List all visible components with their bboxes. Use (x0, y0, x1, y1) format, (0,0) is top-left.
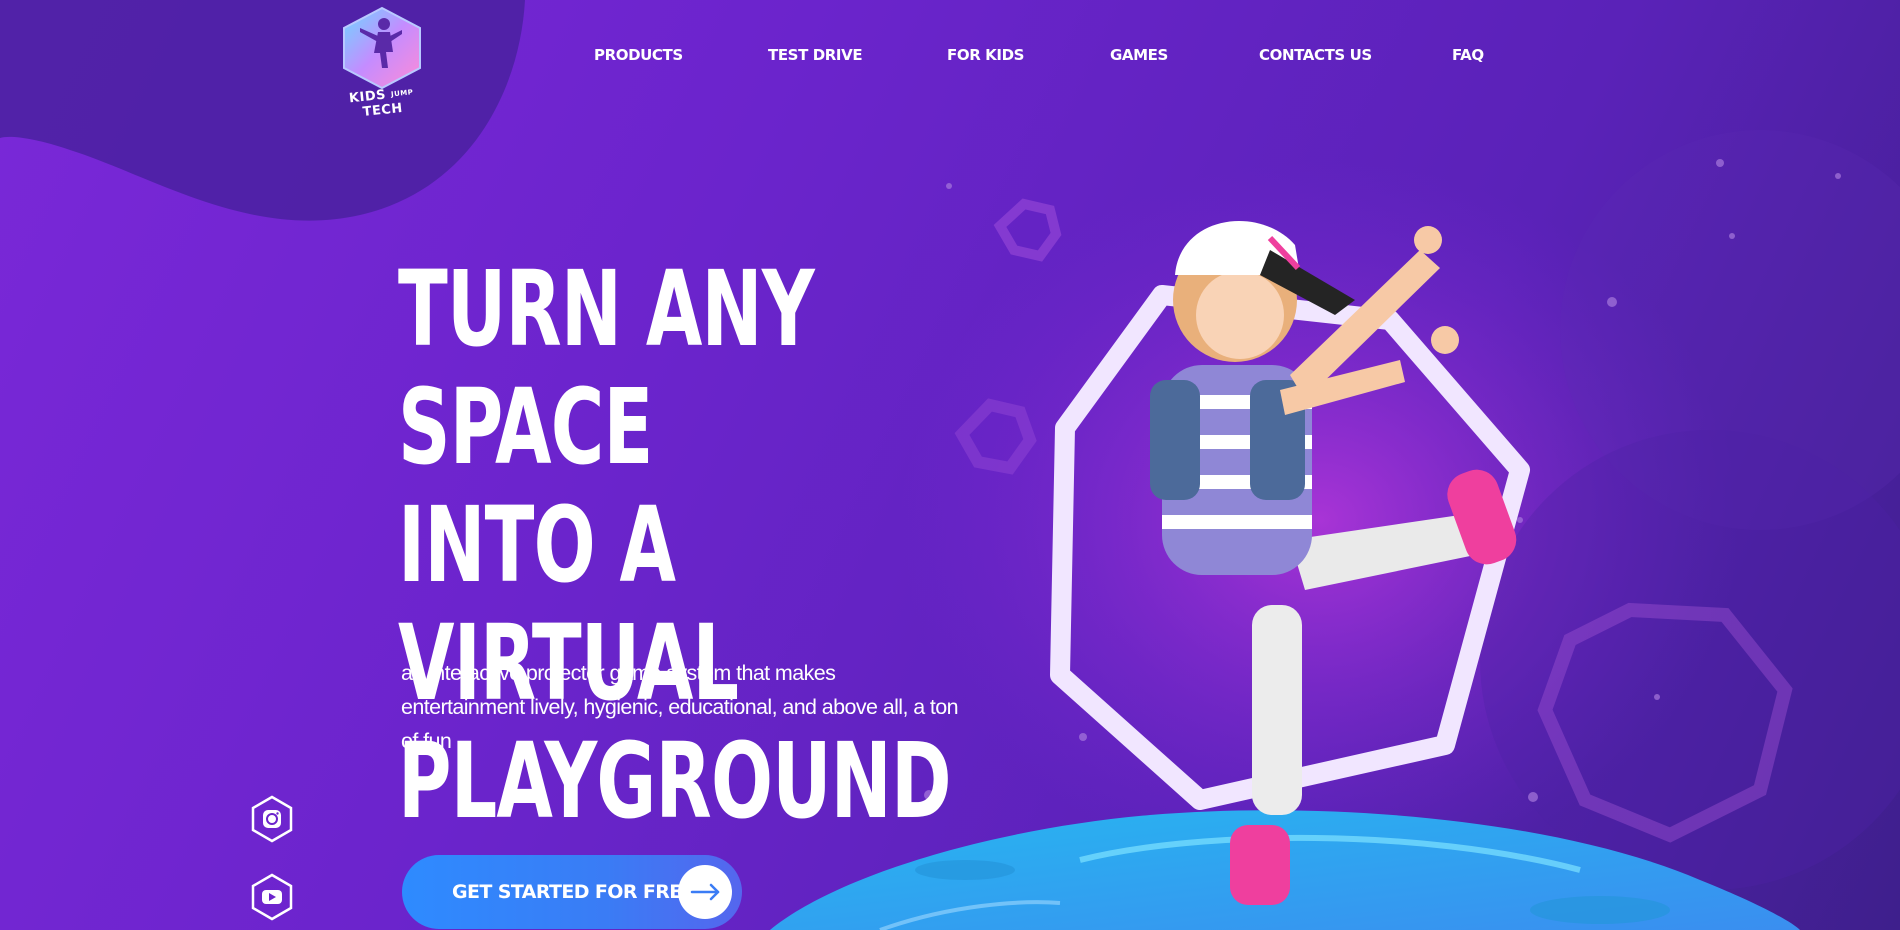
youtube-link[interactable] (250, 873, 294, 921)
instagram-link[interactable] (250, 795, 294, 843)
nav-item-for-kids[interactable]: FOR KIDS (947, 46, 1024, 64)
nav-item-contacts-us[interactable]: CONTACTS US (1259, 46, 1372, 64)
logo-text-middle: JUMP (390, 88, 414, 99)
hero-headline-line: TURN ANY SPACE (398, 248, 815, 488)
hero-subtitle: an interactive projector game system tha… (401, 661, 959, 753)
nav-item-products[interactable]: PRODUCTS (594, 46, 683, 64)
arrow-circle (678, 865, 732, 919)
instagram-icon (251, 795, 293, 843)
dancing-girl-hexagon-icon (343, 6, 421, 90)
nav-item-faq[interactable]: FAQ (1452, 46, 1484, 64)
brand-logo[interactable]: KIDS JUMP TECH (338, 6, 426, 120)
hero-illustration (1050, 221, 1530, 905)
get-started-label: GET STARTED FOR FREE (452, 881, 695, 903)
nav-item-test-drive[interactable]: TEST DRIVE (768, 46, 863, 64)
youtube-icon (251, 873, 293, 921)
get-started-button[interactable]: GET STARTED FOR FREE (402, 855, 742, 929)
nav-item-games[interactable]: GAMES (1110, 46, 1168, 64)
arrow-right-icon (690, 883, 720, 901)
